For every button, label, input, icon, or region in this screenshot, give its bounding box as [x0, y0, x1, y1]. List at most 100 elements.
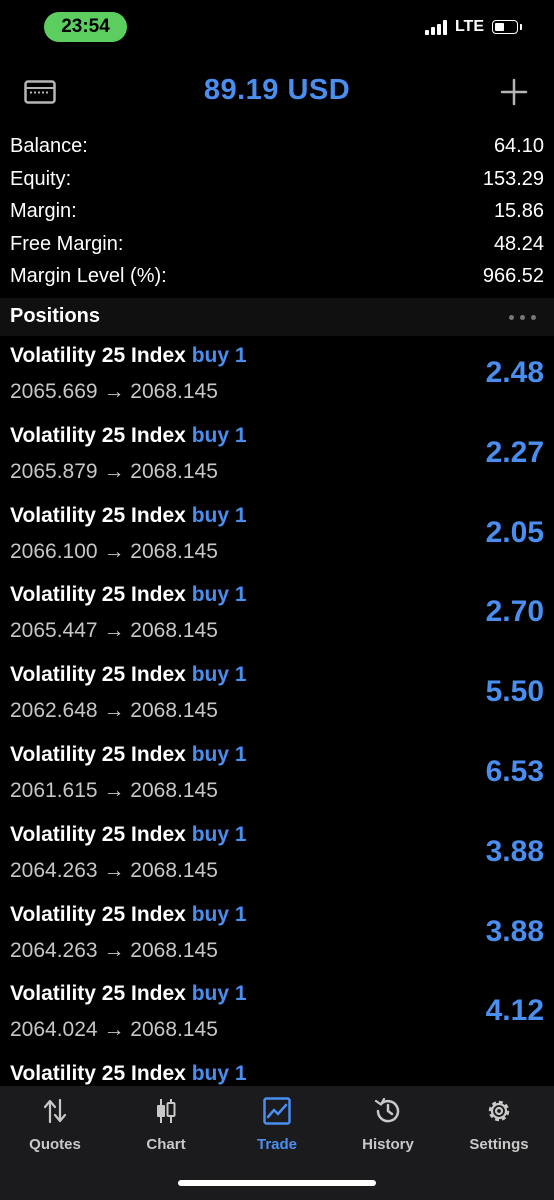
position-side: buy 1: [191, 822, 247, 846]
arrow-right-icon: →: [103, 459, 125, 483]
position-current-price: 2068.145: [130, 380, 218, 403]
arrow-right-icon: →: [103, 1018, 125, 1042]
position-symbol: Volatility 25 Index: [10, 503, 186, 527]
tab-trade[interactable]: Trade: [222, 1086, 332, 1166]
position-open-price: 2062.648: [10, 699, 98, 723]
account-equity-title: 89.19 USD: [203, 74, 351, 106]
settings-icon: [488, 1100, 510, 1122]
positions-list[interactable]: Volatility 25 Index buy 1 2065.669 → 206…: [0, 336, 554, 1086]
position-row[interactable]: Volatility 25 Index buy 1 2065.669 → 206…: [0, 336, 554, 416]
account-summary: Balance: 64.10 Equity: 153.29 Margin: 15…: [10, 130, 544, 293]
quotes-icon: [43, 1098, 67, 1124]
position-symbol: Volatility 25 Index: [10, 344, 186, 367]
tab-label: Quotes: [29, 1136, 81, 1153]
chart-icon: [157, 1099, 176, 1123]
summary-label: Balance:: [10, 135, 88, 157]
position-prices: 2064.024 → 2068.145: [10, 1018, 218, 1042]
position-open-price: 2065.447: [10, 619, 98, 643]
position-symbol: Volatility 25 Index: [10, 583, 186, 607]
position-prices: 2065.447 → 2068.145: [10, 619, 218, 643]
position-row[interactable]: Volatility 25 Index buy 1 2064.263 → 206…: [0, 815, 554, 895]
position-title: Volatility 25 Index buy 1: [10, 982, 247, 1006]
arrow-right-icon: →: [103, 778, 125, 802]
tab-label: Trade: [256, 1136, 298, 1153]
position-side: buy 1: [191, 742, 247, 766]
position-prices: 2061.615 → 2068.145: [10, 779, 218, 803]
position-prices: 2065.879 → 2068.145: [10, 460, 218, 484]
position-profit: 4.12: [485, 994, 544, 1028]
position-open-price: 2064.024: [10, 1018, 98, 1042]
position-symbol: Volatility 25 Index: [10, 902, 186, 926]
network-type: LTE: [454, 18, 484, 35]
position-side: buy 1: [191, 663, 247, 687]
position-current-price: 2068.145: [130, 778, 218, 802]
position-side: buy 1: [191, 503, 247, 527]
position-symbol: Volatility 25 Index: [10, 742, 186, 766]
arrow-right-icon: →: [103, 539, 125, 563]
battery-icon: [492, 20, 522, 34]
position-row[interactable]: Volatility 25 Index buy 1 2062.648 → 206…: [0, 655, 554, 735]
position-symbol: Volatility 25 Index: [10, 982, 186, 1006]
position-current-price: 2068.145: [130, 938, 218, 962]
trade-icon: [263, 1097, 291, 1125]
summary-label: Free Margin:: [10, 232, 124, 255]
position-row[interactable]: Volatility 25 Index buy 1 2065.879 → 206…: [0, 416, 554, 496]
tab-chart[interactable]: Chart: [111, 1086, 221, 1166]
position-profit: 3.88: [485, 914, 544, 948]
position-row[interactable]: Volatility 25 Index buy 1 2066.100 → 206…: [0, 496, 554, 576]
position-title: Volatility 25 Index buy 1: [10, 663, 247, 687]
tab-label: History: [362, 1136, 414, 1153]
position-title: Volatility 25 Index buy 1: [10, 424, 247, 448]
header: 89.19 USD: [0, 66, 554, 122]
position-profit: 5.50: [485, 675, 544, 709]
position-open-price: 2064.263: [10, 858, 98, 882]
position-row[interactable]: Volatility 25 Index buy 1 2064.263 → 206…: [0, 895, 554, 975]
history-icon: [374, 1097, 400, 1123]
position-current-price: 2068.145: [130, 459, 218, 483]
home-indicator: [178, 1180, 376, 1186]
position-symbol: Volatility 25 Index: [10, 663, 186, 687]
arrow-right-icon: →: [103, 699, 125, 723]
arrow-right-icon: →: [103, 619, 125, 643]
position-prices: 2064.263 → 2068.145: [10, 859, 218, 883]
position-current-price: 2068.145: [130, 1018, 218, 1042]
position-open-price: 2065.879: [10, 459, 98, 483]
position-current-price: 2068.145: [130, 619, 218, 643]
summary-value: 64.10: [493, 135, 544, 157]
position-title: Volatility 25 Index buy 1: [10, 344, 247, 368]
summary-label: Equity:: [10, 167, 72, 190]
position-row[interactable]: Volatility 25 Index buy 1 2065.447 → 206…: [0, 575, 554, 655]
arrow-right-icon: →: [103, 380, 125, 403]
tab-history[interactable]: History: [333, 1086, 443, 1166]
position-title: Volatility 25 Index buy 1: [10, 743, 247, 767]
tab-label: Settings: [469, 1136, 529, 1153]
signal-icon: [424, 19, 447, 35]
summary-label: Margin:: [10, 200, 77, 222]
summary-value: 966.52: [482, 265, 544, 287]
position-title: Volatility 25 Index buy 1: [10, 823, 247, 847]
tab-settings[interactable]: Settings: [444, 1086, 554, 1166]
summary-value: 153.29: [482, 167, 544, 190]
position-open-price: 2065.669: [10, 380, 98, 403]
more-icon[interactable]: [509, 315, 536, 320]
positions-title: Positions: [10, 305, 101, 327]
tab-label: Chart: [146, 1136, 186, 1153]
position-profit: 2.05: [485, 515, 544, 549]
summary-row-equity: Equity: 153.29: [10, 163, 544, 196]
position-row[interactable]: Volatility 25 Index buy 1 2064.024 → 206…: [0, 974, 554, 1054]
position-symbol: Volatility 25 Index: [10, 1062, 186, 1086]
position-prices: 2065.669 → 2068.145: [10, 380, 218, 404]
position-prices: 2064.263 → 2068.145: [10, 939, 218, 963]
position-side: buy 1: [191, 902, 247, 926]
position-side: buy 1: [191, 982, 247, 1006]
arrow-right-icon: →: [103, 938, 125, 962]
tab-quotes[interactable]: Quotes: [0, 1086, 110, 1166]
position-row[interactable]: Volatility 25 Index buy 1: [0, 1054, 554, 1086]
plus-icon[interactable]: [500, 78, 528, 106]
position-side: buy 1: [191, 583, 247, 607]
position-current-price: 2068.145: [130, 699, 218, 723]
position-current-price: 2068.145: [130, 539, 218, 563]
position-row[interactable]: Volatility 25 Index buy 1 2061.615 → 206…: [0, 735, 554, 815]
positions-header: Positions: [0, 298, 554, 336]
position-profit: 6.53: [485, 754, 544, 788]
